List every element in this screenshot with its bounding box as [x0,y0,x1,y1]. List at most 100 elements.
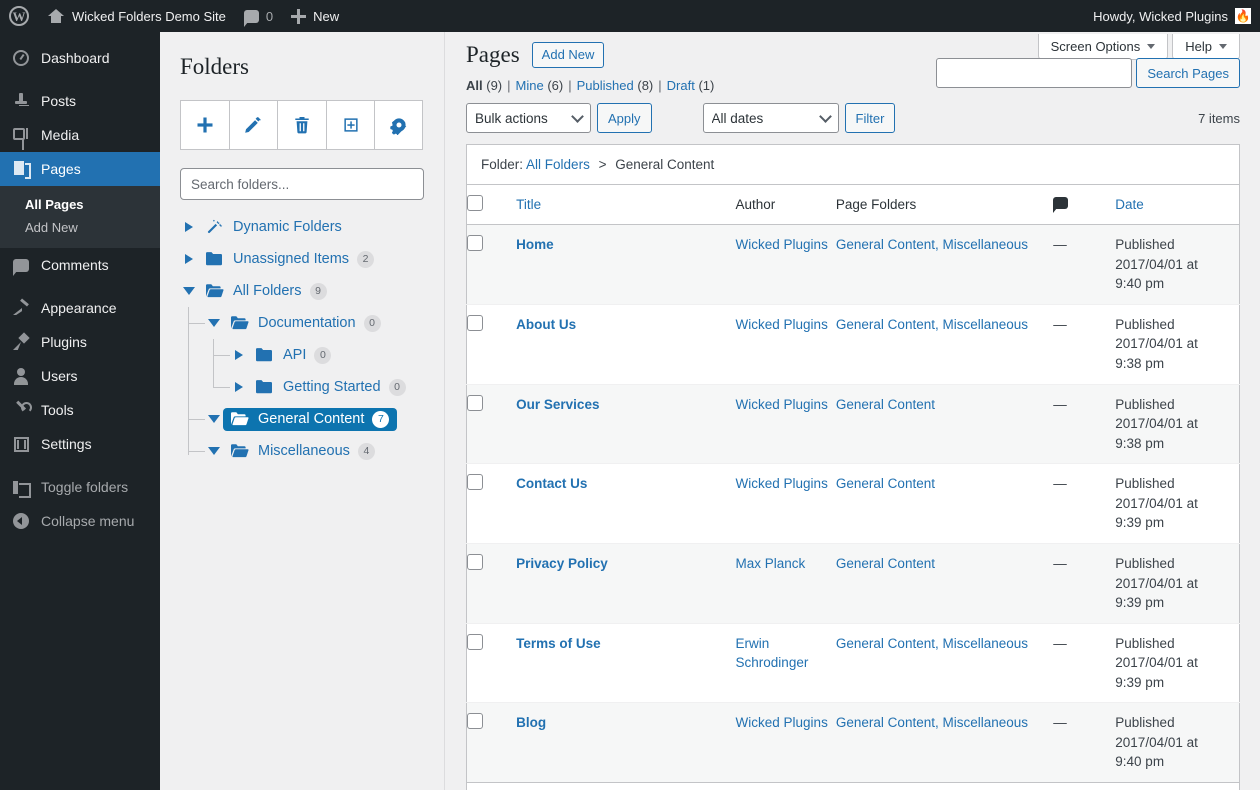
screen-options-button[interactable]: Screen Options [1038,34,1169,60]
column-header-title[interactable]: Title [516,185,735,225]
filter-button[interactable]: Filter [845,103,896,133]
chevron-right-icon[interactable] [180,254,198,264]
row-title-link[interactable]: Privacy Policy [516,556,608,571]
site-name-button[interactable]: Wicked Folders Demo Site [38,0,235,32]
submenu-item-all-pages[interactable]: All Pages [0,193,160,216]
folder-tree-item-miscellaneous[interactable]: Miscellaneous 4 [205,435,424,467]
view-published-link[interactable]: Published [577,78,634,93]
table-row[interactable]: Privacy Policy Max Planck General Conten… [467,543,1240,623]
column-header-date[interactable]: Date [1115,185,1239,225]
sidebar-item-comments[interactable]: Comments [0,248,160,282]
folder-settings-button[interactable] [374,100,423,150]
row-checkbox[interactable] [467,235,483,251]
table-row[interactable]: Home Wicked Plugins General Content, Mis… [467,225,1240,305]
view-published[interactable]: Published (8) [577,78,654,93]
row-author-link[interactable]: Erwin Schrodinger [736,636,809,671]
column-header-date-link[interactable]: Date [1115,197,1144,212]
expand-all-button[interactable] [326,100,375,150]
view-all[interactable]: All (9) [466,78,502,93]
folder-node-body[interactable]: Unassigned Items 2 [198,248,382,271]
row-checkbox[interactable] [467,474,483,490]
sidebar-item-settings[interactable]: Settings [0,427,160,461]
comments-bubble-button[interactable]: 0 [235,0,282,32]
apply-button[interactable]: Apply [597,103,652,133]
row-checkbox[interactable] [467,395,483,411]
sidebar-item-pages[interactable]: Pages [0,152,160,186]
delete-folder-button[interactable] [277,100,326,150]
sidebar-item-users[interactable]: Users [0,359,160,393]
row-title-link[interactable]: About Us [516,317,576,332]
folder-tree-item-all-folders[interactable]: All Folders 9 [180,275,424,307]
search-input[interactable] [936,58,1132,88]
view-draft-link[interactable]: Draft [667,78,695,93]
folder-node-body[interactable]: Getting Started 0 [248,376,414,399]
sidebar-item-tools[interactable]: Tools [0,393,160,427]
select-all-checkbox[interactable] [467,195,483,211]
chevron-right-icon[interactable] [230,350,248,360]
sidebar-item-toggle-folders[interactable]: Toggle folders [0,470,160,504]
row-author-link[interactable]: Wicked Plugins [736,476,828,491]
submenu-item-add-new[interactable]: Add New [0,216,160,239]
my-account-button[interactable]: Howdy, Wicked Plugins 🔥 [1084,0,1260,32]
folder-node-body[interactable]: Dynamic Folders [198,216,350,238]
folder-node-body[interactable]: General Content 7 [223,408,397,431]
folder-search-input[interactable] [180,168,424,200]
folder-tree-item-documentation[interactable]: Documentation 0 [205,307,424,339]
row-folders-link[interactable]: General Content, Miscellaneous [836,237,1028,252]
add-folder-button[interactable] [180,100,229,150]
column-header-title-link[interactable]: Title [516,197,541,212]
row-author-link[interactable]: Wicked Plugins [736,237,828,252]
view-all-link[interactable]: All [466,78,483,93]
new-content-button[interactable]: New [282,0,348,32]
chevron-right-icon[interactable] [180,222,198,232]
chevron-down-icon[interactable] [205,415,223,423]
folder-tree-item-getting-started[interactable]: Getting Started 0 [230,371,424,403]
row-folders-link[interactable]: General Content, Miscellaneous [836,715,1028,730]
sidebar-item-posts[interactable]: Posts [0,84,160,118]
chevron-down-icon[interactable] [180,287,198,295]
sidebar-item-media[interactable]: Media [0,118,160,152]
dates-filter-select[interactable]: All dates [703,103,839,133]
search-pages-button[interactable]: Search Pages [1136,58,1240,88]
folder-tree-item-unassigned-items[interactable]: Unassigned Items 2 [180,243,424,275]
table-row[interactable]: Contact Us Wicked Plugins General Conten… [467,464,1240,544]
sidebar-item-collapse-menu[interactable]: Collapse menu [0,504,160,538]
folder-node-body[interactable]: All Folders 9 [198,280,335,303]
folder-node-body[interactable]: Documentation 0 [223,312,389,335]
folder-tree-item-api[interactable]: API 0 [230,339,424,371]
row-folders-link[interactable]: General Content [836,556,935,571]
row-title-link[interactable]: Our Services [516,397,599,412]
column-footer-title[interactable]: Title [516,783,735,790]
view-mine[interactable]: Mine (6) [516,78,564,93]
row-author-link[interactable]: Max Planck [736,556,806,571]
sidebar-item-plugins[interactable]: Plugins [0,325,160,359]
row-checkbox[interactable] [467,315,483,331]
folder-tree-item-dynamic-folders[interactable]: Dynamic Folders [180,211,424,243]
row-folders-link[interactable]: General Content [836,397,935,412]
add-new-page-button[interactable]: Add New [532,42,605,68]
view-draft[interactable]: Draft (1) [667,78,715,93]
row-checkbox[interactable] [467,713,483,729]
row-title-link[interactable]: Blog [516,715,546,730]
table-row[interactable]: Blog Wicked Plugins General Content, Mis… [467,703,1240,783]
folder-node-body[interactable]: API 0 [248,344,339,367]
row-checkbox[interactable] [467,634,483,650]
row-title-link[interactable]: Home [516,237,554,252]
view-mine-link[interactable]: Mine [516,78,544,93]
chevron-right-icon[interactable] [230,382,248,392]
breadcrumb-root-link[interactable]: All Folders [526,157,590,172]
row-author-link[interactable]: Wicked Plugins [736,715,828,730]
column-footer-date[interactable]: Date [1115,783,1239,790]
row-author-link[interactable]: Wicked Plugins [736,397,828,412]
row-author-link[interactable]: Wicked Plugins [736,317,828,332]
sidebar-item-appearance[interactable]: Appearance [0,291,160,325]
row-title-link[interactable]: Contact Us [516,476,587,491]
table-row[interactable]: About Us Wicked Plugins General Content,… [467,304,1240,384]
table-row[interactable]: Our Services Wicked Plugins General Cont… [467,384,1240,464]
row-folders-link[interactable]: General Content, Miscellaneous [836,636,1028,651]
help-button[interactable]: Help [1172,34,1240,60]
wp-logo-button[interactable]: W [0,0,38,32]
sidebar-item-dashboard[interactable]: Dashboard [0,41,160,75]
chevron-down-icon[interactable] [205,447,223,455]
table-row[interactable]: Terms of Use Erwin Schrodinger General C… [467,623,1240,703]
